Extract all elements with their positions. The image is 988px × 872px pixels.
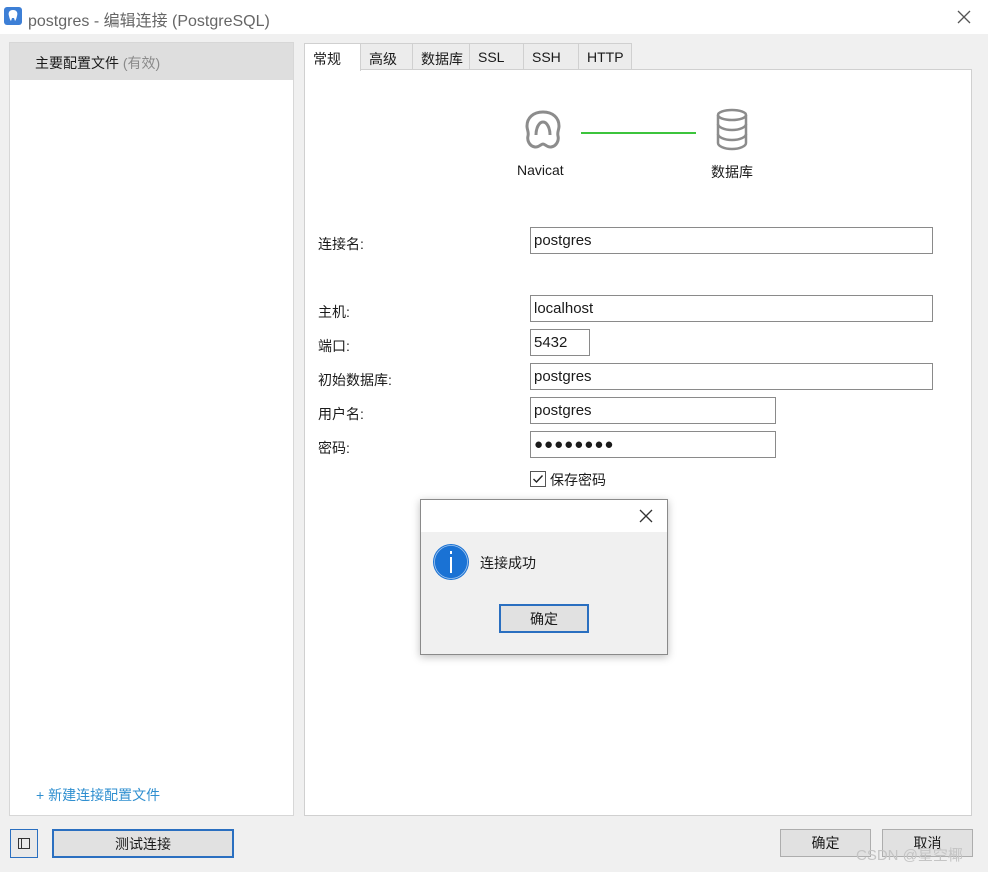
- database-label: 数据库: [711, 164, 753, 180]
- test-connection-button[interactable]: 测试连接: [52, 829, 234, 858]
- tab-ssl[interactable]: SSL: [469, 43, 524, 70]
- new-profile-link[interactable]: + 新建连接配置文件: [36, 785, 160, 805]
- host-label: 主机:: [318, 304, 350, 320]
- password-field[interactable]: ●●●●●●●●: [530, 431, 776, 458]
- profile-status: (有效): [122, 55, 161, 71]
- profile-sidebar: 主要配置文件 (有效) + 新建连接配置文件: [9, 42, 294, 816]
- navicat-logo-icon: [525, 110, 561, 149]
- postgresql-app-icon: [4, 7, 22, 25]
- username-label: 用户名:: [318, 406, 364, 422]
- dialog-message: 连接成功: [480, 555, 536, 571]
- tab-database[interactable]: 数据库: [412, 43, 470, 70]
- title-bar: postgres - 编辑连接 (PostgreSQL): [0, 0, 988, 34]
- port-label: 端口:: [318, 338, 350, 354]
- info-icon: [433, 544, 469, 580]
- dialog-title-bar: [421, 500, 667, 532]
- tab-bar: 常规 高级 数据库 SSL SSH HTTP: [304, 43, 632, 71]
- window-close-icon[interactable]: [952, 5, 976, 29]
- host-field[interactable]: localhost: [530, 295, 933, 322]
- password-label: 密码:: [318, 440, 350, 456]
- tab-ssh[interactable]: SSH: [523, 43, 579, 70]
- connection-line: [581, 132, 696, 134]
- navicat-label: Navicat: [517, 162, 564, 178]
- sidebar-toggle-button[interactable]: [10, 829, 38, 858]
- connection-name-field[interactable]: postgres: [530, 227, 933, 254]
- checkmark-icon: [533, 475, 544, 484]
- dialog-close-icon[interactable]: [637, 507, 655, 525]
- connection-success-dialog: 连接成功 确定: [420, 499, 668, 655]
- port-field[interactable]: 5432: [530, 329, 590, 356]
- tab-http[interactable]: HTTP: [578, 43, 632, 70]
- initial-database-field[interactable]: postgres: [530, 363, 933, 390]
- initial-database-label: 初始数据库:: [318, 372, 392, 388]
- panel-toggle-icon: [18, 838, 30, 849]
- window-title: postgres - 编辑连接 (PostgreSQL): [28, 13, 270, 30]
- username-field[interactable]: postgres: [530, 397, 776, 424]
- save-password-checkbox[interactable]: [530, 471, 546, 487]
- tab-general[interactable]: 常规: [304, 43, 361, 71]
- dialog-ok-button[interactable]: 确定: [499, 604, 589, 633]
- profile-name: 主要配置文件: [35, 55, 119, 71]
- general-tab-panel: Navicat 数据库 连接名: postgres 主机: localhost …: [304, 69, 972, 816]
- save-password-label[interactable]: 保存密码: [550, 470, 606, 490]
- connection-name-label: 连接名:: [318, 236, 364, 252]
- sidebar-item-main-profile[interactable]: 主要配置文件 (有效): [10, 43, 293, 80]
- database-icon: [716, 108, 748, 151]
- tab-advanced[interactable]: 高级: [360, 43, 413, 70]
- watermark: CSDN @星空椰: [856, 847, 963, 864]
